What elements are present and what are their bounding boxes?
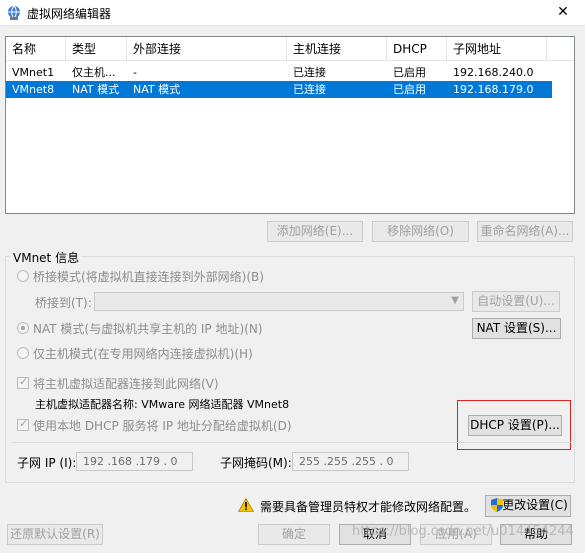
nat-mode-radio[interactable] — [17, 322, 29, 334]
nat-settings-button[interactable]: NAT 设置(S)... — [472, 318, 561, 339]
shield-icon — [491, 498, 503, 512]
close-button[interactable]: ✕ — [541, 0, 585, 26]
column-header-host[interactable]: 主机连接 — [287, 37, 387, 61]
change-settings-label: 更改设置(C) — [502, 498, 568, 512]
use-dhcp-checkbox[interactable] — [17, 417, 29, 431]
bridge-mode-label: 桥接模式(将虚拟机直接连接到外部网络)(B) — [33, 270, 264, 284]
table-row[interactable]: VMnet1 仅主机... - 已连接 已启用 192.168.240.0 — [6, 64, 552, 81]
cell-subnet: 192.168.240.0 — [453, 66, 534, 79]
admin-warning-text: 需要具备管理员特权才能修改网络配置。 — [260, 500, 477, 514]
window-title: 虚拟网络编辑器 — [27, 7, 112, 21]
subnet-ip-label: 子网 IP (I): — [17, 456, 77, 470]
dhcp-settings-button[interactable]: DHCP 设置(P)... — [468, 415, 562, 436]
adapter-name-label: 主机虚拟适配器名称: VMware 网络适配器 VMnet8 — [35, 398, 290, 411]
auto-settings-button[interactable]: 自动设置(U)... — [472, 291, 560, 312]
cell-dhcp: 已启用 — [393, 66, 426, 79]
cell-name: VMnet1 — [12, 66, 55, 79]
title-bar: 虚拟网络编辑器 ✕ — [0, 0, 585, 26]
divider — [12, 442, 572, 443]
rename-network-button[interactable]: 重命名网络(A)... — [477, 221, 573, 242]
cell-host: 已连接 — [293, 83, 326, 96]
subnet-ip-input[interactable]: 192 .168 .179 . 0 — [76, 452, 193, 471]
host-only-label: 仅主机模式(在专用网络内连接虚拟机)(H) — [33, 347, 253, 361]
bridge-mode-radio[interactable] — [17, 270, 29, 282]
bridge-to-label: 桥接到(T): — [35, 296, 92, 310]
close-icon: ✕ — [557, 4, 569, 20]
subnet-mask-input[interactable]: 255 .255 .255 . 0 — [292, 452, 409, 471]
network-table[interactable]: 名称 类型 外部连接 主机连接 DHCP 子网地址 VMnet1 仅主机... … — [5, 36, 575, 214]
use-dhcp-label: 使用本地 DHCP 服务将 IP 地址分配给虚拟机(D) — [33, 419, 292, 433]
cell-external: - — [133, 66, 137, 79]
remove-network-button[interactable]: 移除网络(O) — [372, 221, 469, 242]
column-header-name[interactable]: 名称 — [6, 37, 66, 61]
cell-dhcp: 已启用 — [393, 83, 426, 96]
warning-icon — [238, 498, 254, 512]
add-network-button[interactable]: 添加网络(E)... — [267, 221, 363, 242]
subnet-mask-label: 子网掩码(M): — [220, 456, 292, 470]
table-row-selected[interactable]: VMnet8 NAT 模式 NAT 模式 已连接 已启用 192.168.179… — [6, 81, 552, 98]
column-header-dhcp[interactable]: DHCP — [387, 37, 447, 61]
vmnet-info-label: VMnet 信息 — [11, 249, 82, 266]
cell-external: NAT 模式 — [133, 83, 181, 96]
connect-adapter-checkbox[interactable] — [17, 375, 29, 389]
watermark-text: https://blog.csdn.net/u014454244 — [352, 524, 574, 539]
restore-defaults-button[interactable]: 还原默认设置(R) — [7, 524, 103, 545]
cell-name: VMnet8 — [12, 83, 55, 96]
nat-mode-label: NAT 模式(与虚拟机共享主机的 IP 地址)(N) — [33, 322, 263, 336]
bridge-to-select[interactable]: ▼ — [94, 292, 464, 311]
table-header: 名称 类型 外部连接 主机连接 DHCP 子网地址 — [6, 37, 574, 61]
host-only-radio[interactable] — [17, 347, 29, 359]
column-header-external[interactable]: 外部连接 — [127, 37, 287, 61]
cell-host: 已连接 — [293, 66, 326, 79]
ok-button[interactable]: 确定 — [258, 524, 330, 545]
network-globe-icon — [8, 5, 20, 20]
cell-subnet: 192.168.179.0 — [453, 83, 534, 96]
column-header-subnet[interactable]: 子网地址 — [447, 37, 547, 61]
cell-type: 仅主机... — [72, 66, 116, 79]
connect-adapter-label: 将主机虚拟适配器连接到此网络(V) — [33, 377, 219, 391]
cell-type: NAT 模式 — [72, 83, 120, 96]
column-header-type[interactable]: 类型 — [66, 37, 127, 61]
chevron-down-icon: ▼ — [451, 295, 459, 306]
